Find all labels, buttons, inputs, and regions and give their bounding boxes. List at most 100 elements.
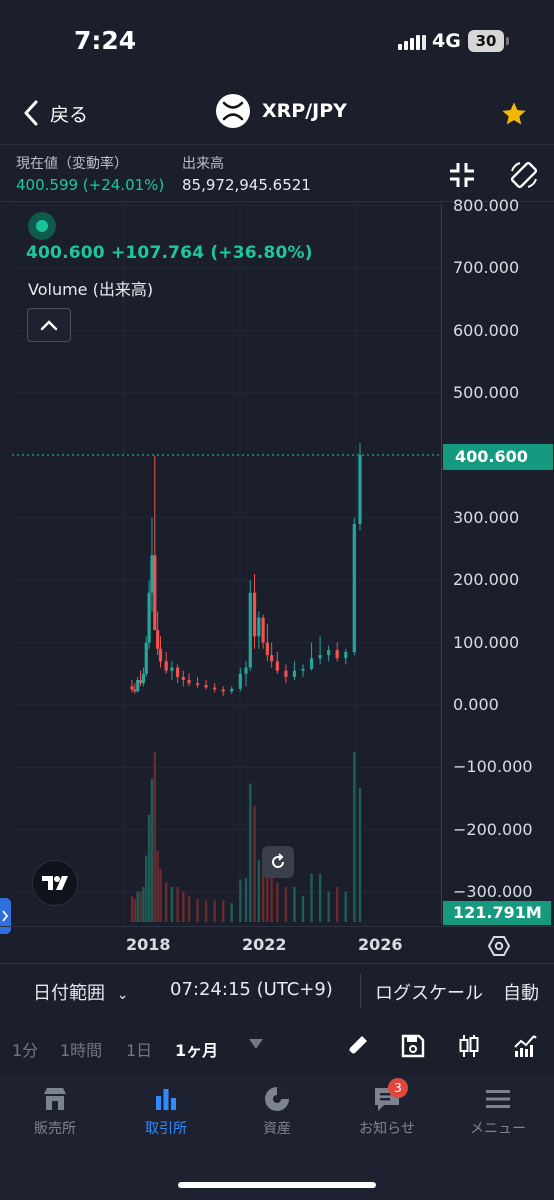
volume-bar: [310, 873, 313, 922]
volume-bar: [204, 900, 208, 922]
current-price-label: 現在値（変動率）: [16, 156, 128, 172]
candle-body: [309, 658, 314, 669]
volume-label: 出来高: [182, 156, 224, 172]
volume-tag: 121.791M: [443, 901, 551, 925]
y-tick: 600.000: [453, 320, 520, 340]
tab-exchange[interactable]: 取引所: [121, 1084, 211, 1148]
volume-bar: [327, 891, 330, 922]
volume-bar: [353, 752, 356, 922]
volume-value: 85,972,945.6521: [182, 176, 311, 194]
triangle-down-icon[interactable]: [246, 1036, 266, 1052]
volume-bar: [159, 869, 162, 922]
pencil-icon[interactable]: [344, 1033, 370, 1059]
volume-bar: [145, 855, 148, 922]
status-bar: 7:24 4G 30: [0, 0, 554, 80]
back-button[interactable]: 戻る: [22, 98, 88, 128]
candle-body: [238, 673, 242, 689]
volume-bar: [150, 779, 154, 922]
volume-bar: [301, 896, 305, 922]
home-indicator[interactable]: [178, 1182, 376, 1188]
volume-bar: [165, 882, 168, 922]
auto-scale-toggle[interactable]: 自動: [503, 979, 539, 1005]
candle-body: [170, 667, 174, 671]
timeframe-1h[interactable]: 1時間: [60, 1037, 102, 1061]
candle-body: [138, 680, 143, 684]
timeframe-1mo[interactable]: 1ヶ月: [175, 1037, 218, 1061]
candlestick-chart[interactable]: [12, 204, 442, 924]
save-icon[interactable]: [400, 1033, 426, 1059]
reset-chart-button[interactable]: [262, 846, 294, 878]
candle-body: [257, 617, 261, 637]
pair-title[interactable]: XRP/JPY: [216, 94, 347, 128]
price-axis[interactable]: 800.000 700.000 600.000 500.000 300.000 200.0…: [443, 196, 554, 925]
candle-body: [261, 617, 265, 643]
current-price-value: 400.599 (+24.01%): [16, 176, 165, 194]
volume-bar: [213, 900, 216, 922]
price-chart[interactable]: [12, 204, 442, 924]
pair-name: XRP/JPY: [262, 100, 347, 122]
tab-assets[interactable]: 資産: [232, 1084, 322, 1148]
timeframe-1m[interactable]: 1分: [12, 1037, 38, 1061]
chevron-up-icon: [40, 320, 58, 331]
tab-notices[interactable]: お知らせ: [342, 1084, 432, 1148]
y-tick: 700.000: [453, 258, 520, 278]
volume-bar: [230, 903, 233, 922]
bar-chart-icon: [156, 1089, 176, 1110]
candle-body: [156, 630, 160, 649]
volume-bar: [358, 788, 362, 922]
candle-body: [130, 686, 134, 690]
volume-bar: [293, 887, 296, 922]
timeframe-bar: 1分 1時間 1日 1ヶ月: [0, 1018, 554, 1076]
volume-bar: [239, 879, 242, 922]
volume-bar: [156, 851, 159, 922]
candles-icon[interactable]: [456, 1033, 482, 1059]
candle-body: [136, 680, 140, 692]
tab-label: 資産: [263, 1121, 291, 1137]
volume-bar: [336, 887, 339, 922]
candle-body: [270, 655, 274, 662]
tab-label: メニュー: [470, 1121, 526, 1137]
candle-body: [195, 683, 200, 686]
volume-bar: [136, 891, 139, 922]
tab-label: お知らせ: [359, 1121, 415, 1137]
candle-body: [213, 687, 217, 690]
volume-bar: [222, 900, 225, 922]
volume-bar: [344, 891, 347, 922]
log-scale-toggle[interactable]: ログスケール: [375, 979, 483, 1005]
tab-menu[interactable]: メニュー: [453, 1084, 543, 1148]
fullscreen-exit-icon[interactable]: [446, 159, 478, 191]
rotate-screen-icon[interactable]: [508, 159, 540, 191]
volume-bar: [147, 815, 151, 922]
y-tick: 0.000: [453, 695, 499, 714]
candle-body: [327, 650, 331, 656]
network-type: 4G: [432, 30, 461, 52]
candle-body: [252, 592, 257, 637]
volume-bar: [244, 878, 248, 922]
volume-bar: [139, 891, 142, 922]
candle-body: [230, 688, 234, 692]
hexagon-settings-icon[interactable]: [487, 934, 511, 958]
candle-body: [144, 642, 148, 674]
date-range-button[interactable]: 日付範囲 ⌄: [33, 979, 128, 1005]
volume-bar: [270, 878, 273, 922]
timeframe-1d[interactable]: 1日: [126, 1037, 152, 1061]
date-range-label: 日付範囲: [33, 983, 105, 1004]
time-axis[interactable]: 2018 2022 2026: [0, 926, 554, 964]
candle-body: [153, 555, 157, 631]
collapse-legend-button[interactable]: [27, 308, 71, 342]
clock-time: 07:24:15 (UTC+9): [170, 979, 333, 1000]
chevron-down-icon: ⌄: [116, 987, 129, 1003]
candle-body: [204, 685, 208, 688]
notification-badge: 3: [388, 1078, 408, 1098]
y-tick: 100.000: [453, 632, 520, 652]
quote-bar: 現在値（変動率） 400.599 (+24.01%) 出来高 85,972,94…: [0, 144, 554, 202]
star-icon[interactable]: [500, 100, 528, 128]
volume-bar: [130, 896, 134, 922]
candle-body: [221, 689, 225, 692]
indicators-icon[interactable]: [512, 1033, 538, 1059]
tab-label: 販売所: [34, 1121, 76, 1137]
volume-bar: [170, 887, 174, 922]
candle-body: [164, 661, 168, 671]
tradingview-logo-icon[interactable]: [32, 860, 78, 906]
tab-shop[interactable]: 販売所: [10, 1084, 100, 1148]
